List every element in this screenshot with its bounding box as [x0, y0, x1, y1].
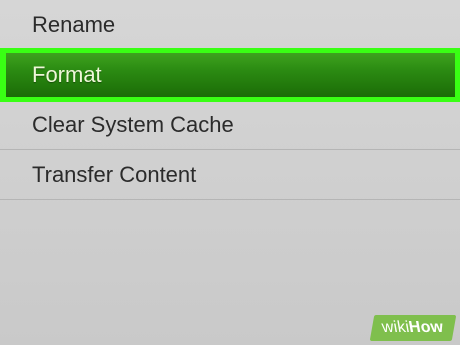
menu-item-clear-system-cache[interactable]: Clear System Cache	[0, 100, 460, 150]
watermark-wiki: wiki	[380, 319, 412, 336]
menu-item-label: Transfer Content	[32, 161, 197, 187]
menu-item-transfer-content[interactable]: Transfer Content	[0, 150, 460, 200]
menu-item-rename[interactable]: Rename	[0, 0, 460, 50]
menu-item-label: Rename	[32, 11, 116, 37]
console-settings-screen: Rename Format Clear System Cache Transfe…	[0, 0, 460, 345]
storage-options-menu: Rename Format Clear System Cache Transfe…	[0, 0, 460, 200]
menu-item-format[interactable]: Format	[0, 48, 460, 102]
wikihow-watermark: wikiHow	[369, 315, 457, 341]
menu-item-label: Clear System Cache	[32, 111, 234, 137]
watermark-how: How	[408, 319, 446, 336]
menu-item-label: Format	[32, 62, 102, 87]
